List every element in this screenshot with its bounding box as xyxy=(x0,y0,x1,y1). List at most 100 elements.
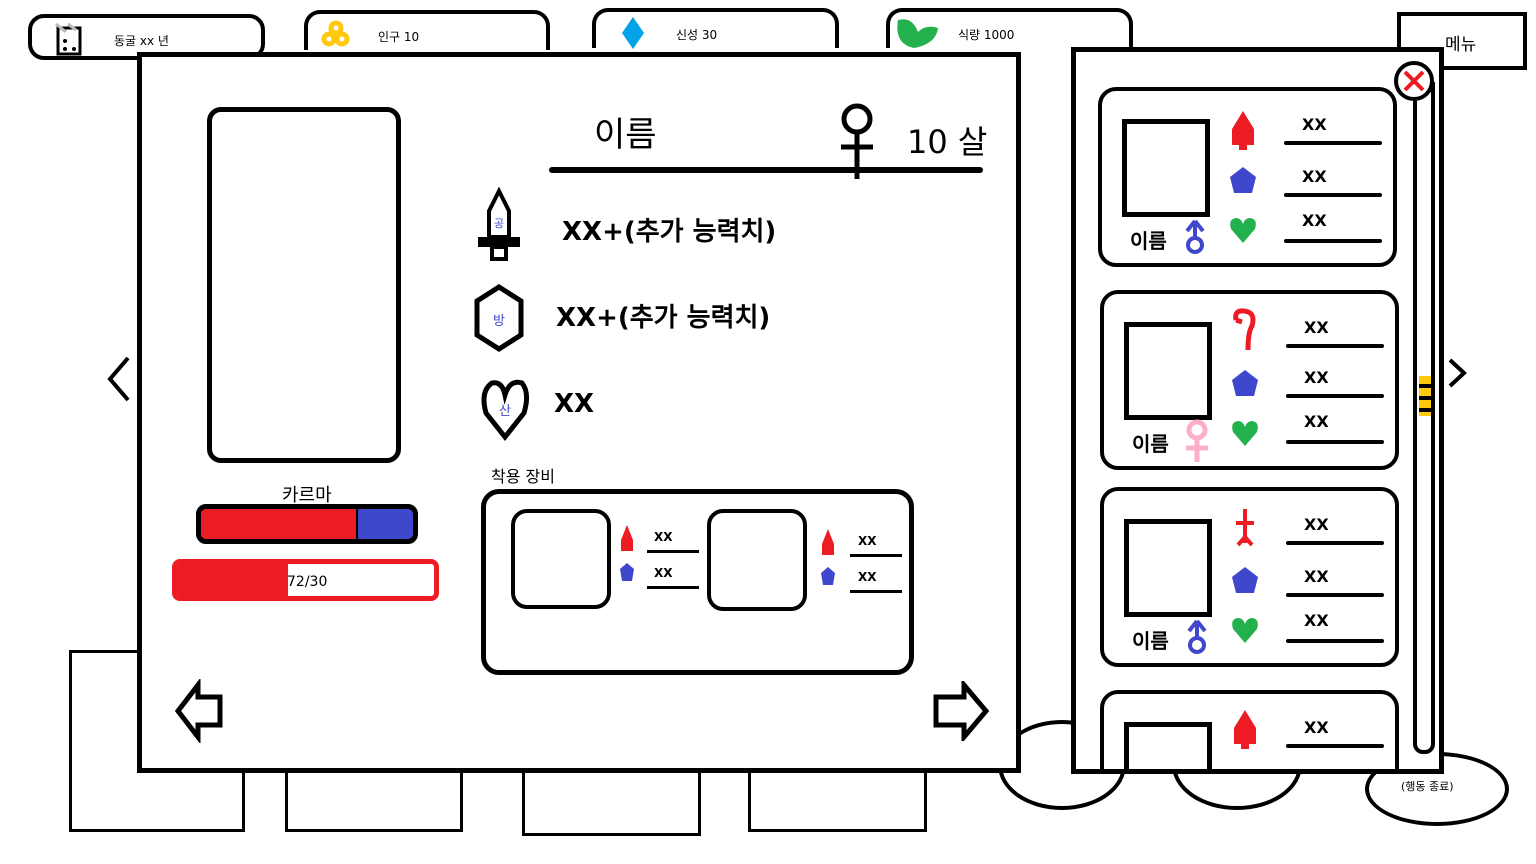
prev-character-arrow-icon[interactable] xyxy=(174,679,224,743)
underline xyxy=(1284,141,1382,145)
defense-hexagon-icon: 방 xyxy=(474,284,524,352)
male-gender-icon xyxy=(1187,619,1207,654)
scrollbar-thumb[interactable] xyxy=(1419,376,1431,416)
end-turn-label: (행동 종료) xyxy=(1401,780,1454,793)
defense-value: XX+(추가 능력치) xyxy=(556,303,771,333)
food-tab[interactable]: 식량 1000 xyxy=(886,8,1133,48)
close-button[interactable] xyxy=(1392,60,1436,102)
food-leaf-icon xyxy=(897,19,938,48)
defense-pentagon-icon xyxy=(1232,370,1258,396)
equipment-2-defense: XX xyxy=(858,570,877,584)
underline xyxy=(1286,593,1384,597)
food-label: 식량 1000 xyxy=(958,28,1015,42)
faith-label: 신성 30 xyxy=(676,28,718,42)
roster-stat: XX xyxy=(1304,567,1329,586)
hp-text: 72/30 xyxy=(287,574,328,590)
roster-name: 이름 xyxy=(1132,629,1169,653)
attack-drop-icon xyxy=(822,529,834,555)
cave-year-label: 동굴 xx 년 xyxy=(114,34,169,48)
equipment-slot-1[interactable] xyxy=(511,509,611,609)
population-tab[interactable]: 인구 10 xyxy=(304,10,550,50)
faith-diamond-icon xyxy=(622,17,644,49)
roster-portrait xyxy=(1124,519,1212,617)
life-heart-icon: 산 xyxy=(481,379,530,442)
defense-icon-label: 방 xyxy=(493,314,505,329)
underline xyxy=(1286,394,1384,398)
menu-label: 메뉴 xyxy=(1445,35,1477,55)
roster-stat: XX xyxy=(1304,515,1329,534)
underline xyxy=(850,590,902,593)
karma-fill xyxy=(201,509,358,539)
faith-tab[interactable]: 신성 30 xyxy=(592,8,839,49)
underline xyxy=(647,586,699,589)
hook-weapon-icon xyxy=(1233,308,1256,351)
roster-portrait xyxy=(1124,722,1212,769)
attack-value: XX+(추가 능력치) xyxy=(562,217,777,247)
cave-calendar-icon xyxy=(55,22,82,56)
life-icon-label: 산 xyxy=(499,404,511,419)
underline xyxy=(1286,744,1384,748)
life-heart-icon xyxy=(1230,218,1256,243)
equipment-1-defense: XX xyxy=(654,566,673,580)
equipment-1-attack: XX xyxy=(654,530,673,544)
female-gender-icon xyxy=(1186,419,1208,462)
male-gender-icon xyxy=(1185,219,1205,254)
roster-stat: XX xyxy=(1304,368,1329,387)
roster-panel: 이름 XX XX XX 이름 XX XX XX 이름 XX XX XX XX xyxy=(1071,47,1444,774)
roster-stat: XX xyxy=(1302,167,1327,186)
equipment-slot-2[interactable] xyxy=(707,509,807,611)
attack-icon-label: 공 xyxy=(494,217,504,230)
roster-card[interactable]: 이름 XX XX XX xyxy=(1100,290,1399,470)
defense-pentagon-icon xyxy=(620,563,634,581)
life-value: XX xyxy=(554,389,595,419)
roster-stat: XX xyxy=(1304,718,1329,737)
roster-card[interactable]: 이름 XX XX XX xyxy=(1100,487,1399,667)
sword-weapon-icon xyxy=(1236,509,1254,547)
hp-bar: 72/30 xyxy=(172,559,439,601)
roster-name: 이름 xyxy=(1132,432,1169,456)
torch-weapon-icon xyxy=(1232,111,1254,150)
roster-stat: XX xyxy=(1304,412,1329,431)
population-coins-icon xyxy=(321,20,350,47)
roster-stat: XX xyxy=(1304,611,1329,630)
underline xyxy=(1286,541,1384,545)
roster-stat: XX xyxy=(1302,211,1327,230)
life-heart-icon xyxy=(1232,421,1258,446)
underline xyxy=(1284,193,1382,197)
underline xyxy=(1284,239,1382,243)
roster-card[interactable]: XX xyxy=(1100,690,1399,769)
attack-sword-icon: 공 xyxy=(478,187,520,261)
prev-page-chevron-icon[interactable] xyxy=(106,354,132,404)
equipment-box: XX XX XX XX xyxy=(481,489,914,675)
next-page-chevron-icon[interactable] xyxy=(1446,356,1470,390)
attack-drop-icon xyxy=(621,525,633,551)
equipment-2-attack: XX xyxy=(858,534,877,548)
underline xyxy=(850,554,902,557)
roster-card[interactable]: 이름 XX XX XX xyxy=(1098,87,1397,267)
defense-pentagon-icon xyxy=(821,567,835,585)
character-detail-panel: 카르마 72/30 이름 10 살 공 XX+(추가 능력치) 방 XX+(추가… xyxy=(137,52,1021,773)
life-heart-icon xyxy=(1232,618,1258,643)
roster-portrait xyxy=(1122,119,1210,217)
roster-stat: XX xyxy=(1302,115,1327,134)
karma-bar xyxy=(196,504,418,544)
defense-pentagon-icon xyxy=(1230,167,1256,193)
underline xyxy=(1286,344,1384,348)
equipment-label: 착용 장비 xyxy=(491,467,555,486)
character-name: 이름 xyxy=(594,115,657,155)
hp-fill xyxy=(177,564,288,596)
roster-stat: XX xyxy=(1304,318,1329,337)
roster-portrait xyxy=(1124,322,1212,420)
roster-name: 이름 xyxy=(1130,229,1167,253)
character-portrait xyxy=(207,107,401,463)
underline xyxy=(1286,440,1384,444)
next-character-arrow-icon[interactable] xyxy=(932,681,990,741)
roster-scrollbar[interactable] xyxy=(1413,82,1435,754)
underline xyxy=(1286,639,1384,643)
underline xyxy=(647,550,699,553)
population-label: 인구 10 xyxy=(378,30,420,44)
name-divider xyxy=(549,167,983,173)
character-age: 10 살 xyxy=(907,123,988,161)
defense-pentagon-icon xyxy=(1232,567,1258,593)
torch-weapon-icon xyxy=(1234,710,1256,749)
